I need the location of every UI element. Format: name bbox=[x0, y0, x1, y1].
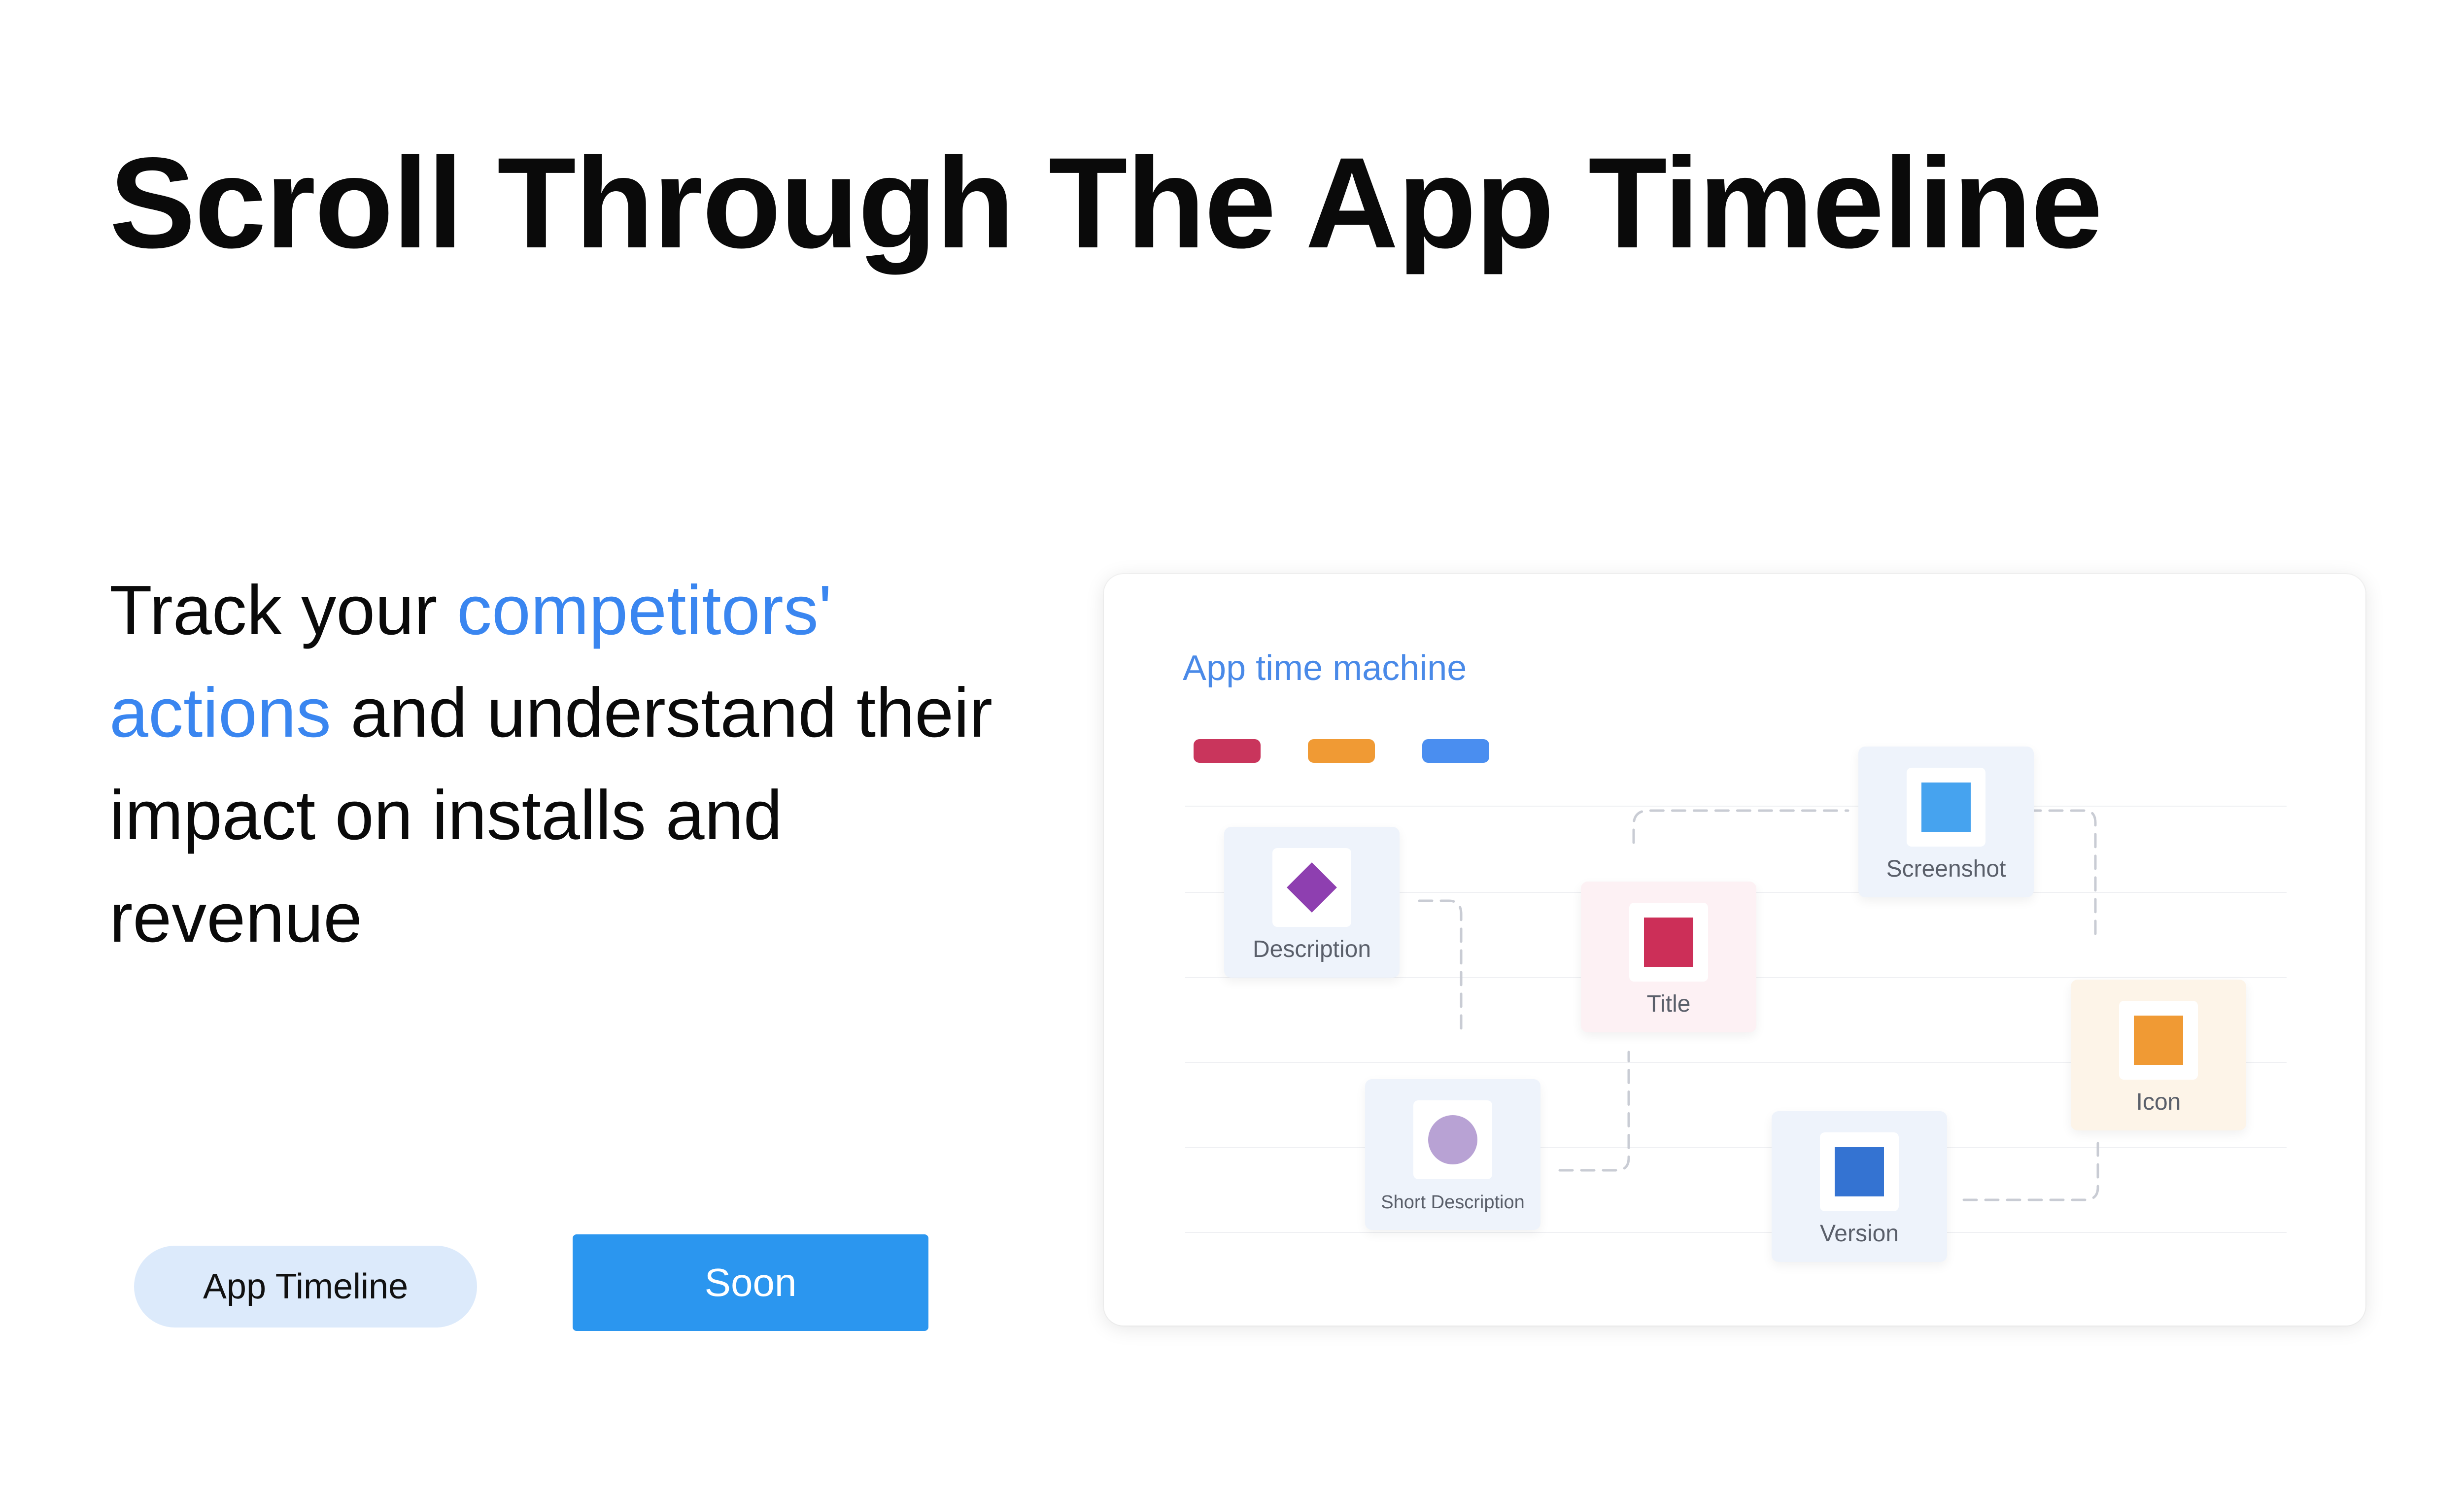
node-description[interactable]: Description bbox=[1224, 827, 1400, 978]
description-part1: Track your bbox=[109, 571, 457, 649]
connector-title-screenshot bbox=[1632, 809, 1849, 844]
node-icon-box bbox=[1413, 1100, 1492, 1179]
node-icon-box bbox=[1907, 768, 1985, 847]
node-label-title: Title bbox=[1646, 991, 1691, 1017]
connector-short-title bbox=[1558, 1051, 1630, 1172]
square-icon bbox=[2134, 1016, 2183, 1065]
node-icon-box bbox=[2119, 1001, 2198, 1080]
connector-screenshot-icon bbox=[2026, 809, 2097, 938]
node-icon-box bbox=[1272, 848, 1351, 927]
square-icon bbox=[1921, 783, 1971, 832]
node-version[interactable]: Version bbox=[1772, 1111, 1947, 1262]
node-title[interactable]: Title bbox=[1581, 882, 1756, 1032]
description-text: Track your competitors' actions and unde… bbox=[109, 559, 1046, 969]
square-icon bbox=[1644, 918, 1693, 967]
connector-description-short bbox=[1418, 899, 1463, 1036]
page-title: Scroll Through The App Timeline bbox=[109, 131, 2103, 275]
soon-button[interactable]: Soon bbox=[573, 1234, 928, 1331]
diamond-icon bbox=[1287, 862, 1337, 913]
app-time-machine-card: App time machine Description Title Scree… bbox=[1104, 574, 2365, 1326]
node-icon[interactable]: Icon bbox=[2071, 980, 2246, 1130]
circle-icon bbox=[1428, 1115, 1477, 1164]
connector-version-icon bbox=[1962, 1142, 2099, 1201]
node-label-version: Version bbox=[1819, 1221, 1899, 1247]
square-icon bbox=[1835, 1147, 1884, 1196]
node-screenshot[interactable]: Screenshot bbox=[1858, 747, 2034, 897]
node-icon-box bbox=[1629, 903, 1708, 982]
node-short-description[interactable]: Short Description bbox=[1365, 1079, 1540, 1230]
node-icon-box bbox=[1820, 1132, 1899, 1211]
node-label-description: Description bbox=[1252, 936, 1371, 962]
node-label-screenshot: Screenshot bbox=[1886, 856, 2006, 882]
node-label-short-description: Short Description bbox=[1381, 1192, 1525, 1213]
node-label-icon: Icon bbox=[2136, 1089, 2181, 1115]
page: Scroll Through The App Timeline Track yo… bbox=[0, 0, 2464, 1498]
app-timeline-button[interactable]: App Timeline bbox=[134, 1246, 477, 1328]
